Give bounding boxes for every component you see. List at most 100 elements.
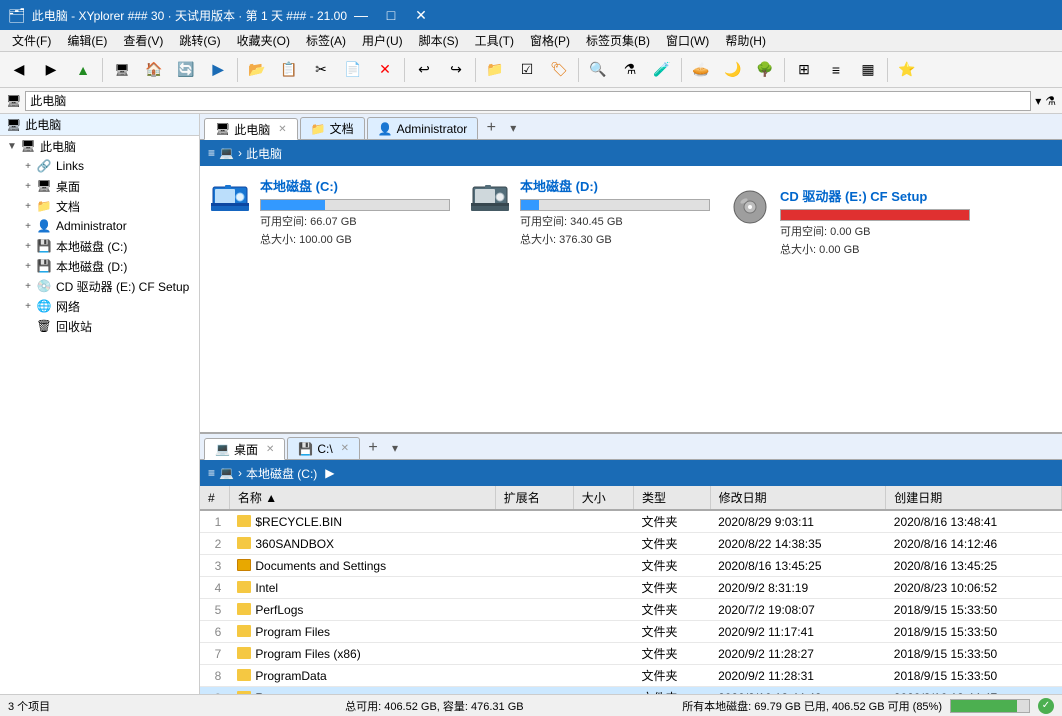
menu-item-t[interactable]: 工具(T): [467, 30, 522, 51]
col-ext[interactable]: 扩展名: [495, 486, 573, 510]
grid-button[interactable]: ⊞: [789, 56, 819, 84]
back-button[interactable]: ◀: [4, 56, 34, 84]
dropdown-icon[interactable]: ▾: [1035, 94, 1041, 108]
pie-button[interactable]: 🥧: [686, 56, 716, 84]
c-drive-tab-close[interactable]: ✕: [341, 443, 349, 454]
tree-item-desktop[interactable]: + 🖥 桌面: [0, 176, 199, 196]
col-created[interactable]: 创建日期: [886, 486, 1062, 510]
col-modified[interactable]: 修改日期: [710, 486, 886, 510]
menu-item-p[interactable]: 窗格(P): [522, 30, 578, 51]
tree-item-c[interactable]: + 💾 本地磁盘 (C:): [0, 236, 199, 256]
list-button[interactable]: ≡: [821, 56, 851, 84]
table-row[interactable]: 9 Recovery 文件夹 2020/8/16 13:44:48 2020/8…: [200, 687, 1062, 695]
tree-button[interactable]: 🌳: [750, 56, 780, 84]
filter-icon[interactable]: ⚗: [1045, 94, 1056, 108]
cell-size: [573, 665, 633, 687]
tree-item-e[interactable]: + 💿 CD 驱动器 (E:) CF Setup: [0, 276, 199, 296]
menu-item-s[interactable]: 脚本(S): [411, 30, 467, 51]
docs-tab-label: 文档: [330, 120, 354, 137]
drive-c-item[interactable]: 本地磁盘 (C:) 可用空间: 66.07 GB 总大小: 100.00 GB: [210, 176, 450, 422]
forward-button[interactable]: ▶: [36, 56, 66, 84]
address-input[interactable]: [25, 91, 1031, 111]
menu-item-f[interactable]: 文件(F): [4, 30, 59, 51]
more-bottom-tabs-button[interactable]: ▾: [384, 437, 406, 459]
tree-network-label: 网络: [56, 298, 80, 315]
filter2-button[interactable]: 🧪: [647, 56, 677, 84]
menu-item-a[interactable]: 标签(A): [298, 30, 354, 51]
pc-button[interactable]: 🖥: [107, 56, 137, 84]
refresh-button[interactable]: 🔄: [171, 56, 201, 84]
table-row[interactable]: 5 PerfLogs 文件夹 2020/7/2 19:08:07 2018/9/…: [200, 599, 1062, 621]
desktop-tab-close[interactable]: ✕: [266, 444, 274, 455]
tree-item-recycle[interactable]: 🗑 回收站: [0, 316, 199, 336]
menu-item-b[interactable]: 标签页集(B): [578, 30, 658, 51]
tree-item-d[interactable]: + 💾 本地磁盘 (D:): [0, 256, 199, 276]
copy-button[interactable]: 📋: [274, 56, 304, 84]
drive-e-name[interactable]: CD 驱动器 (E:) CF Setup: [780, 186, 970, 205]
paste-button[interactable]: 📄: [338, 56, 368, 84]
new-folder-button[interactable]: 📁: [480, 56, 510, 84]
redo-button[interactable]: ↪: [441, 56, 471, 84]
menu-item-v[interactable]: 查看(V): [115, 30, 171, 51]
table-row[interactable]: 6 Program Files 文件夹 2020/9/2 11:17:41 20…: [200, 621, 1062, 643]
tab-this-pc[interactable]: 🖥 此电脑 ✕: [204, 118, 298, 140]
menu-item-w[interactable]: 窗口(W): [658, 30, 717, 51]
table-row[interactable]: 2 360SANDBOX 文件夹 2020/8/22 14:38:35 2020…: [200, 533, 1062, 555]
bottom-pane: 💻 桌面 ✕ 💾 C:\ ✕ + ▾ ≡ 💻 › 本地磁盘 (C:) ▶: [200, 434, 1062, 694]
drive-c-name[interactable]: 本地磁盘 (C:): [260, 176, 450, 195]
delete-button[interactable]: ✕: [370, 56, 400, 84]
star-button[interactable]: ⭐: [892, 56, 922, 84]
table-row[interactable]: 4 Intel 文件夹 2020/9/2 8:31:19 2020/8/23 1…: [200, 577, 1062, 599]
col-size[interactable]: 大小: [573, 486, 633, 510]
tree-item-admin[interactable]: + 👤 Administrator: [0, 216, 199, 236]
tree-item-network[interactable]: + 🌐 网络: [0, 296, 199, 316]
table-row[interactable]: 1 $RECYCLE.BIN 文件夹 2020/8/29 9:03:11 202…: [200, 510, 1062, 533]
menu-item-g[interactable]: 跳转(G): [171, 30, 228, 51]
add-bottom-tab-button[interactable]: +: [362, 437, 384, 459]
pc-tab-close[interactable]: ✕: [278, 124, 286, 135]
home-button[interactable]: 🏠: [139, 56, 169, 84]
col-name[interactable]: 名称 ▲: [229, 486, 495, 510]
maximize-button[interactable]: □: [377, 4, 405, 26]
moon-button[interactable]: 🌙: [718, 56, 748, 84]
bottom-pane-menu-icon[interactable]: ≡: [208, 466, 215, 480]
drive-e-item[interactable]: CD 驱动器 (E:) CF Setup 可用空间: 0.00 GB 总大小: …: [730, 186, 970, 422]
tag-button[interactable]: 🏷: [544, 56, 574, 84]
file-tbody: 1 $RECYCLE.BIN 文件夹 2020/8/29 9:03:11 202…: [200, 510, 1062, 694]
cell-num: 6: [200, 621, 229, 643]
menu-item-e[interactable]: 编辑(E): [59, 30, 115, 51]
tab-admin[interactable]: 👤 Administrator: [367, 117, 479, 139]
menu-item-u[interactable]: 用户(U): [354, 30, 411, 51]
col-type[interactable]: 类型: [634, 486, 711, 510]
close-button[interactable]: ✕: [407, 4, 435, 26]
checkbox-button[interactable]: ☑: [512, 56, 542, 84]
drive-d-item[interactable]: 本地磁盘 (D:) 可用空间: 340.45 GB 总大小: 376.30 GB: [470, 176, 710, 422]
tab-desktop[interactable]: 💻 桌面 ✕: [204, 438, 285, 460]
tree-desktop-label: 桌面: [56, 178, 80, 195]
add-tab-button[interactable]: +: [480, 117, 502, 139]
menu-item-o[interactable]: 收藏夹(O): [229, 30, 298, 51]
detail-button[interactable]: ▦: [853, 56, 883, 84]
table-row[interactable]: 8 ProgramData 文件夹 2020/9/2 11:28:31 2018…: [200, 665, 1062, 687]
nav-button[interactable]: ▶: [203, 56, 233, 84]
minimize-button[interactable]: —: [347, 4, 375, 26]
tree-item-links[interactable]: + 🔗 Links: [0, 156, 199, 176]
pane-menu-icon[interactable]: ≡: [208, 146, 215, 160]
menu-item-h[interactable]: 帮助(H): [717, 30, 774, 51]
drive-d-name[interactable]: 本地磁盘 (D:): [520, 176, 710, 195]
tree-item-docs[interactable]: + 📁 文档: [0, 196, 199, 216]
tree-item-root[interactable]: ▼ 🖥 此电脑: [0, 136, 199, 156]
search-button[interactable]: 🔍: [583, 56, 613, 84]
up-button[interactable]: ▲: [68, 56, 98, 84]
undo-button[interactable]: ↩: [409, 56, 439, 84]
tab-c-drive[interactable]: 💾 C:\ ✕: [287, 437, 360, 459]
tab-docs[interactable]: 📁 文档: [300, 117, 365, 139]
cell-name: PerfLogs: [229, 599, 495, 621]
folder-open-button[interactable]: 📂: [242, 56, 272, 84]
more-tabs-button[interactable]: ▾: [502, 117, 524, 139]
col-num[interactable]: #: [200, 486, 229, 510]
table-row[interactable]: 7 Program Files (x86) 文件夹 2020/9/2 11:28…: [200, 643, 1062, 665]
cut-button[interactable]: ✂: [306, 56, 336, 84]
table-row[interactable]: 3 Documents and Settings 文件夹 2020/8/16 1…: [200, 555, 1062, 577]
filter-button[interactable]: ⚗: [615, 56, 645, 84]
